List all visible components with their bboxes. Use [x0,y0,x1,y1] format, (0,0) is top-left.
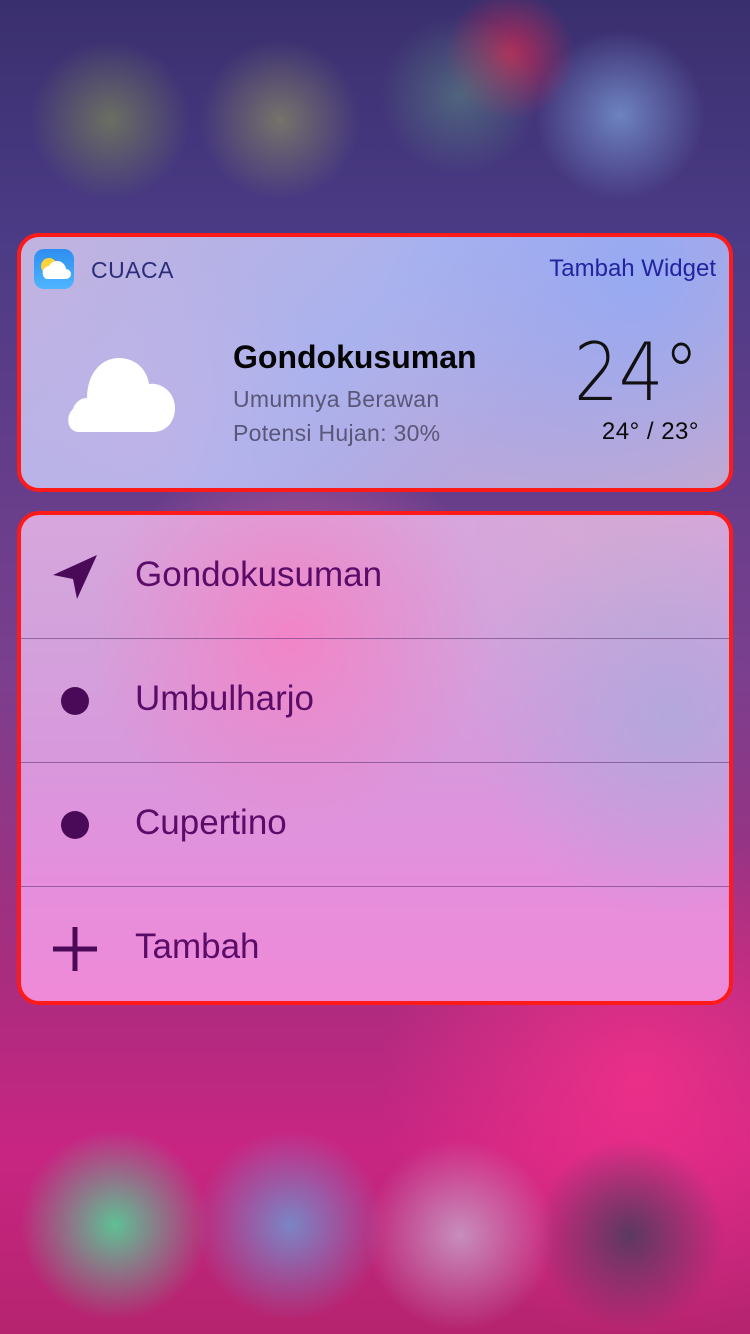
bullet-icon [49,675,101,727]
current-temperature: 24° [574,326,699,419]
cloud-icon [65,352,177,439]
plus-icon [49,923,101,975]
menu-item-label: Cupertino [135,803,287,842]
bullet-icon [49,799,101,851]
menu-item-label: Tambah [135,927,260,966]
widget-city-name: Gondokusuman [233,339,477,375]
menu-item-label: Gondokusuman [135,555,383,594]
add-widget-button[interactable]: Tambah Widget [549,255,716,283]
weather-condition: Umumnya Berawan [233,386,440,412]
menu-item-gondokusuman[interactable]: Gondokusuman [21,515,729,639]
weather-widget-card[interactable]: CUACA Tambah Widget Gondokusuman Umumnya… [17,233,733,492]
menu-item-umbulharjo[interactable]: Umbulharjo [21,639,729,763]
menu-item-label: Umbulharjo [135,679,314,718]
widget-app-name: CUACA [91,257,175,283]
weather-app-icon [34,249,74,289]
home-screen-background: CUACA Tambah Widget Gondokusuman Umumnya… [0,0,750,1334]
temperature-range: 24° / 23° [601,418,699,445]
quick-actions-menu: Gondokusuman Umbulharjo Cupertino Tambah [17,511,733,1005]
location-arrow-icon [49,551,101,603]
menu-item-tambah[interactable]: Tambah [21,887,729,1001]
rain-chance: Potensi Hujan: 30% [233,420,441,446]
menu-item-cupertino[interactable]: Cupertino [21,763,729,887]
